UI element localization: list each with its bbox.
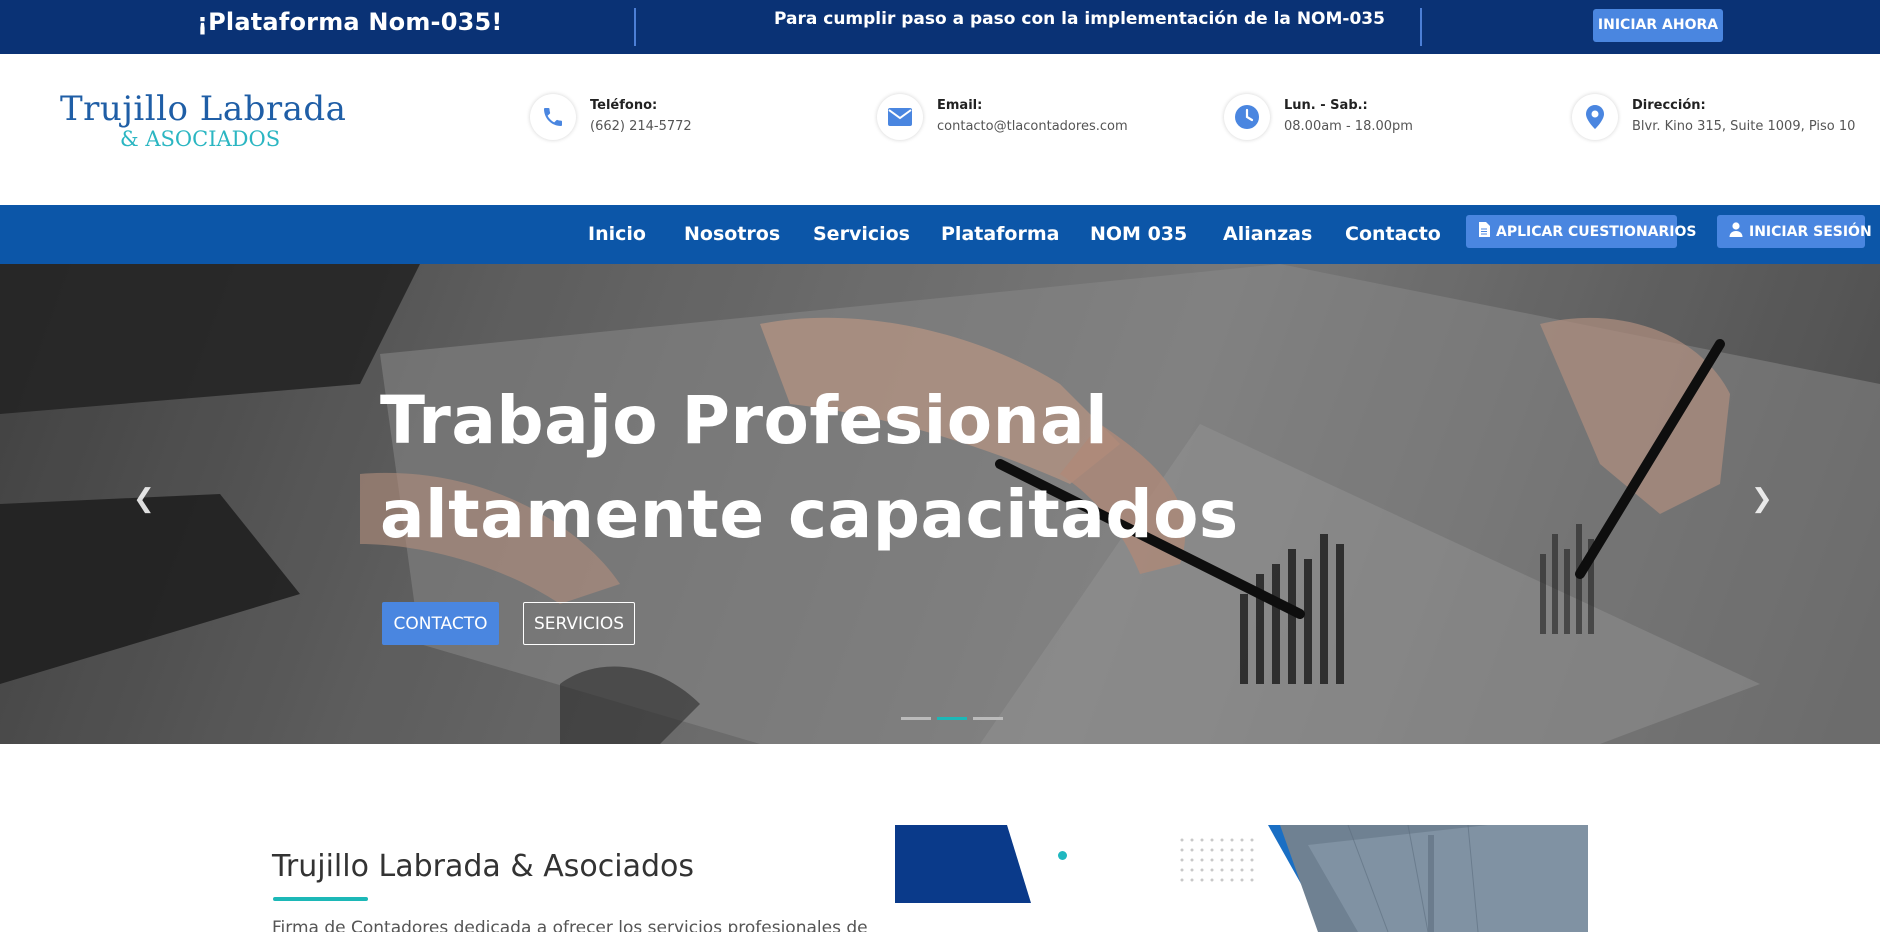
hero-services-button[interactable]: SERVICIOS bbox=[523, 602, 635, 645]
company-logo[interactable]: Trujillo Labrada & ASOCIADOS bbox=[60, 90, 346, 150]
slide-indicator-3[interactable] bbox=[973, 717, 1003, 720]
login-button[interactable]: INICIAR SESIÓN bbox=[1717, 215, 1872, 248]
hours-value: 08.00am - 18.00pm bbox=[1284, 119, 1413, 134]
decorative-dot-grid bbox=[1180, 838, 1254, 882]
hero-title-line2: altamente capacitados bbox=[380, 476, 1239, 553]
phone-label: Teléfono: bbox=[590, 98, 658, 113]
nav-item-inicio[interactable]: Inicio bbox=[588, 223, 646, 245]
next-slide-arrow[interactable]: ❯ bbox=[1751, 484, 1773, 514]
hero-contact-button[interactable]: CONTACTO bbox=[382, 602, 499, 645]
about-section-text: Firma de Contadores dedicada a ofrecer l… bbox=[272, 918, 868, 932]
user-icon bbox=[1729, 222, 1743, 241]
nav-item-servicios[interactable]: Servicios bbox=[813, 223, 910, 245]
login-label: INICIAR SESIÓN bbox=[1749, 223, 1872, 240]
hero-slider: ❮ ❯ Trabajo Profesional altamente capaci… bbox=[0, 264, 1880, 744]
platform-tagline: Para cumplir paso a paso con la implemen… bbox=[774, 9, 1385, 29]
clock-icon bbox=[1224, 94, 1270, 140]
divider bbox=[1420, 8, 1422, 46]
hero-title: Trabajo Profesional altamente capacitado… bbox=[380, 374, 1239, 562]
email-label: Email: bbox=[937, 98, 983, 113]
title-underline bbox=[273, 897, 368, 901]
apply-questionnaires-button[interactable]: APLICAR CUESTIONARIOS bbox=[1466, 215, 1696, 248]
phone-value[interactable]: (662) 214-5772 bbox=[590, 119, 692, 134]
site-header: Trujillo Labrada & ASOCIADOS Teléfono: (… bbox=[0, 54, 1880, 205]
nav-item-alianzas[interactable]: Alianzas bbox=[1223, 223, 1312, 245]
main-navigation: Inicio Nosotros Servicios Plataforma NOM… bbox=[0, 205, 1880, 264]
nav-item-plataforma[interactable]: Plataforma bbox=[941, 223, 1059, 245]
logo-line1: Trujillo Labrada bbox=[60, 89, 347, 129]
divider bbox=[634, 8, 636, 46]
phone-icon bbox=[530, 94, 576, 140]
map-pin-icon bbox=[1572, 94, 1618, 140]
nav-item-contacto[interactable]: Contacto bbox=[1345, 223, 1441, 245]
apply-questionnaires-label: APLICAR CUESTIONARIOS bbox=[1496, 223, 1697, 240]
logo-line2: & ASOCIADOS bbox=[120, 127, 281, 151]
slide-indicator-2[interactable] bbox=[937, 717, 967, 720]
hero-title-line1: Trabajo Profesional bbox=[380, 382, 1109, 459]
decorative-blue-shape bbox=[895, 825, 1031, 903]
hours-label: Lun. - Sab.: bbox=[1284, 98, 1368, 113]
consultant-photo bbox=[1268, 825, 1588, 932]
address-value: Blvr. Kino 315, Suite 1009, Piso 10 bbox=[1632, 119, 1856, 134]
envelope-icon bbox=[877, 94, 923, 140]
slide-indicator-1[interactable] bbox=[901, 717, 931, 720]
decorative-teal-dot bbox=[1058, 851, 1067, 860]
email-value[interactable]: contacto@tlacontadores.com bbox=[937, 119, 1128, 134]
platform-promo-text: ¡Plataforma Nom-035! bbox=[197, 8, 503, 36]
address-label: Dirección: bbox=[1632, 98, 1706, 113]
start-now-button[interactable]: INICIAR AHORA bbox=[1593, 9, 1723, 42]
nav-item-nosotros[interactable]: Nosotros bbox=[684, 223, 780, 245]
top-announcement-bar: ¡Plataforma Nom-035! Para cumplir paso a… bbox=[0, 0, 1880, 54]
document-icon bbox=[1478, 222, 1490, 241]
nav-item-nom035[interactable]: NOM 035 bbox=[1090, 223, 1187, 245]
previous-slide-arrow[interactable]: ❮ bbox=[133, 484, 155, 514]
about-section-title: Trujillo Labrada & Asociados bbox=[272, 849, 694, 884]
